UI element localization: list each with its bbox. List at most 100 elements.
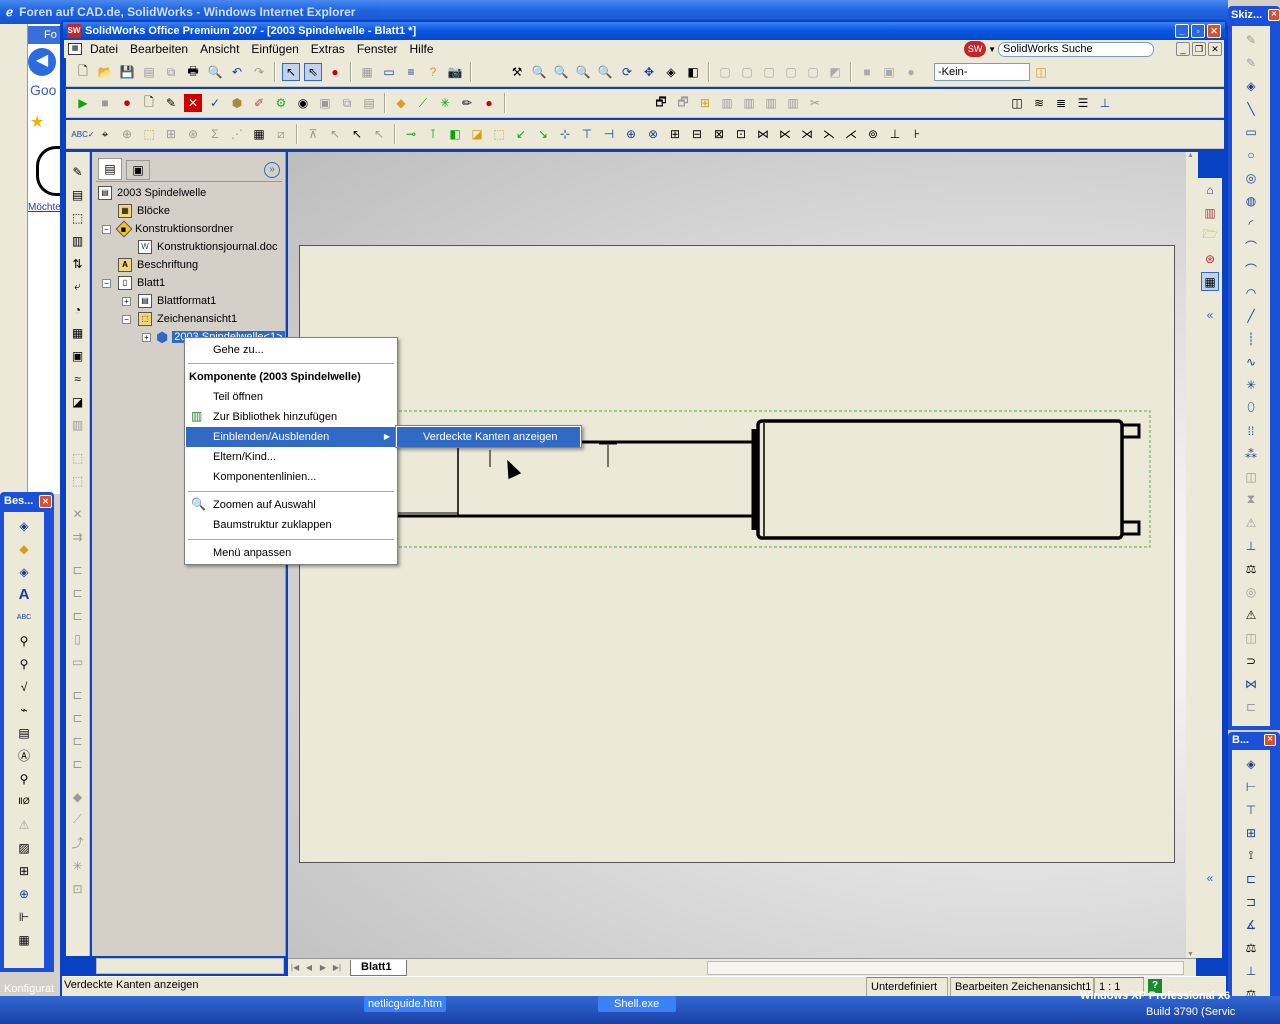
tangent-arc-icon[interactable]: ◜	[1242, 214, 1260, 233]
alt-view-icon[interactable]: ▥	[69, 415, 87, 434]
geometric-tolerance-icon[interactable]: ▤	[15, 723, 33, 742]
toolbox-icon[interactable]: ▤	[360, 94, 378, 112]
filter-14-icon[interactable]: ⊟	[688, 125, 706, 143]
balloon-icon[interactable]: ⚲	[15, 631, 33, 650]
record-macro-icon[interactable]: ⏺	[118, 94, 136, 112]
angle-dim-icon[interactable]: ∡	[1242, 915, 1260, 934]
filter-edge-icon[interactable]: ↖	[326, 125, 344, 143]
annotation-note-icon[interactable]: ✎	[69, 162, 87, 181]
filter-off-icon[interactable]: ↖	[370, 125, 388, 143]
line-thickness-icon[interactable]: ☰	[1074, 94, 1092, 112]
tree-item-beschriftung[interactable]: A Beschriftung	[118, 256, 198, 274]
menu-item-open-part[interactable]: Teil öffnen	[186, 387, 396, 407]
rotate-view-icon[interactable]: ⇅	[69, 254, 87, 273]
make-drawing-icon[interactable]: ▤	[140, 63, 158, 81]
stop-macro-icon[interactable]: ■	[96, 94, 114, 112]
wireframe-icon[interactable]: ●	[902, 63, 920, 81]
doc-restore-button[interactable]: ❐	[1192, 42, 1206, 56]
bottom-right-toolbar-close[interactable]: ✕	[1264, 734, 1276, 746]
horizontal-scrollbar[interactable]	[706, 960, 1184, 975]
filter-vertex-icon[interactable]: ⊼	[304, 125, 322, 143]
sketch-tool-1-icon[interactable]: ⬚	[69, 448, 87, 467]
expand-blatt1-icon[interactable]: −	[102, 279, 111, 288]
doc-close-button[interactable]: ✕	[1208, 42, 1222, 56]
filter-15-icon[interactable]: ⊠	[710, 125, 728, 143]
filter-24-icon[interactable]: ⊦	[908, 125, 926, 143]
tree-item-konstruktionsordner[interactable]: ◆ Konstruktionsordner	[115, 220, 233, 238]
search-icon[interactable]: SW	[964, 41, 987, 57]
line-icon[interactable]: ╲	[1242, 99, 1260, 118]
expand-konstruktionsordner-icon[interactable]: −	[102, 225, 111, 234]
horizontal-dim-icon[interactable]: ⊢	[1242, 777, 1260, 796]
home-icon[interactable]: ⌂	[1201, 180, 1219, 199]
align-view-icon[interactable]: ⤶	[69, 277, 87, 296]
search-tab-icon[interactable]: ⊛	[1201, 249, 1219, 268]
trim-icon[interactable]: ⚖	[1242, 559, 1260, 578]
note-icon[interactable]: A	[15, 585, 33, 604]
view-orientation-icon[interactable]: ◈	[662, 63, 680, 81]
box-icon[interactable]: ▣	[316, 94, 334, 112]
property-manager-tab[interactable]: ▣	[126, 160, 150, 180]
mirror-icon[interactable]: ⧗	[1242, 490, 1260, 509]
redo-icon[interactable]: ↷	[250, 63, 268, 81]
taskbar-item-netlicguide[interactable]: netlicguide.htm	[364, 996, 446, 1012]
open-file-icon[interactable]: 📂	[96, 63, 114, 81]
3d-sketch-icon[interactable]: ✎	[1242, 53, 1260, 72]
cancel-icon[interactable]: ✕	[184, 94, 202, 112]
vertical-dim-icon[interactable]: ⊤	[1242, 800, 1260, 819]
new-macro-icon[interactable]: 🗋	[140, 94, 158, 112]
sketch-tool-13-icon[interactable]: ⊏	[69, 754, 87, 773]
design-library-icon[interactable]: ▥	[1201, 203, 1219, 222]
check-icon[interactable]: ✓	[206, 94, 224, 112]
sketch-tool-11-icon[interactable]: ⊏	[69, 708, 87, 727]
dimension-icon[interactable]: ⊃	[1242, 651, 1260, 670]
sheet-tab-blatt1[interactable]: Blatt1	[350, 959, 407, 976]
run-macro-icon[interactable]: ▶	[74, 94, 92, 112]
block-icon[interactable]: ⧄	[272, 125, 290, 143]
filter-20-icon[interactable]: ⋋	[820, 125, 838, 143]
detail-view-icon[interactable]: ▥	[762, 94, 780, 112]
linear-pattern-icon[interactable]: ⁞⁞	[1242, 421, 1260, 440]
ie-back-button[interactable]: ◀	[28, 48, 56, 76]
tree-scrollbar[interactable]	[96, 958, 284, 974]
sheet-icon[interactable]: ▣	[69, 346, 87, 365]
window-layout-icon[interactable]: ▭	[380, 63, 398, 81]
filter-23-icon[interactable]: ⊥	[886, 125, 904, 143]
boxes-icon[interactable]: ⧉	[338, 94, 356, 112]
layer-icon[interactable]: ◫	[1032, 63, 1050, 81]
filter-7-icon[interactable]: ↘	[534, 125, 552, 143]
filter-17-icon[interactable]: ⋈	[754, 125, 772, 143]
circle-icon[interactable]: ○	[1242, 145, 1260, 164]
model-view-icon[interactable]: 🗗	[674, 94, 692, 112]
model-items-icon[interactable]: ◆	[15, 539, 33, 558]
warning-icon[interactable]: ⚠	[1242, 605, 1260, 624]
datum-target-icon[interactable]: ⚲	[15, 769, 33, 788]
drawing-view-icon[interactable]: 🗗	[652, 94, 670, 112]
centerline-sketch-icon[interactable]: ╱	[1242, 306, 1260, 325]
menu-item-show-hide[interactable]: Einblenden/Ausblenden ▶	[186, 427, 396, 447]
sketch-toolbar-close[interactable]: ✕	[1268, 9, 1280, 21]
convert-icon[interactable]: ⋈	[1242, 674, 1260, 693]
next-sheet-icon[interactable]: ▶	[316, 963, 330, 972]
filter-22-icon[interactable]: ⊚	[864, 125, 882, 143]
balloon-icon[interactable]: ⊕	[118, 125, 136, 143]
config-label[interactable]: Konfigurat	[4, 983, 54, 995]
draw-icon[interactable]: ✐	[250, 94, 268, 112]
taskbar-item-shell[interactable]: Shell.exe	[598, 996, 676, 1012]
filter-1-icon[interactable]: ⊸	[402, 125, 420, 143]
edit-macro-icon[interactable]: ✎	[162, 94, 180, 112]
3point-arc-icon[interactable]: ⌒	[1242, 237, 1260, 256]
sketch-icon[interactable]: ✎	[1242, 30, 1260, 49]
menu-item-customize[interactable]: Menü anpassen	[186, 543, 396, 563]
spellcheck-icon[interactable]: ABC✓	[71, 125, 94, 143]
modify-icon[interactable]: ⊏	[1242, 697, 1260, 716]
zoom-fit-icon[interactable]: 🔍	[530, 63, 548, 81]
revision-symbol-icon[interactable]: ⚠	[15, 815, 33, 834]
menu-ansicht[interactable]: Ansicht	[194, 40, 245, 58]
ie-tab[interactable]: Fo	[28, 26, 64, 44]
crop-view-icon[interactable]: ✂	[806, 94, 824, 112]
broken-view-icon[interactable]: ▥	[784, 94, 802, 112]
smart-dimension-icon[interactable]: ◈	[15, 516, 33, 535]
zoom-window-icon[interactable]: 🔍	[552, 63, 570, 81]
expand-blattformat1-icon[interactable]: +	[122, 297, 131, 306]
